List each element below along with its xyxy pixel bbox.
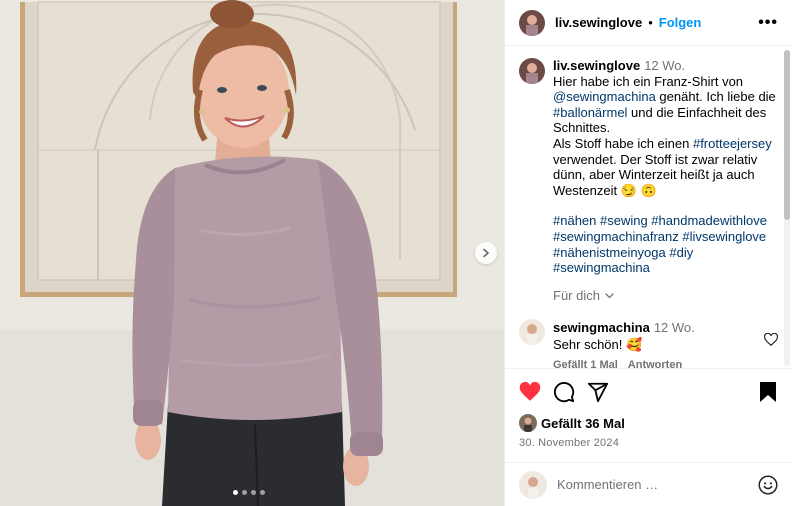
follow-button[interactable]: Folgen	[659, 15, 702, 30]
caption-line: genäht. Ich liebe die	[655, 89, 776, 105]
carousel-dot	[251, 490, 256, 495]
caption-line: und die Einfachheit des	[627, 104, 767, 120]
hashtag-line[interactable]: #nähenistmeinyoga #diy	[553, 245, 775, 261]
comment-input[interactable]	[557, 477, 758, 492]
post-dialog: liv.sewinglove • Folgen ••• liv.sewinglo…	[0, 0, 792, 506]
emoji-icon[interactable]	[758, 475, 778, 495]
caption-avatar[interactable]	[519, 58, 545, 84]
caption: liv.sewinglove 12 Wo. Hier habe ich ein F…	[519, 58, 778, 276]
comments-section[interactable]: liv.sewinglove 12 Wo. Hier habe ich ein F…	[505, 46, 792, 368]
comment-body: sewingmachina 12 Wo. Sehr schön! 🥰 Gefäll…	[553, 319, 756, 368]
chevron-down-icon	[605, 293, 614, 299]
caption-line: Westenzeit 😏 🙃	[553, 182, 657, 198]
for-you-toggle[interactable]: Für dich	[553, 288, 778, 303]
for-you-label: Für dich	[553, 287, 600, 303]
scrollbar-thumb[interactable]	[784, 50, 790, 220]
comments-scrollbar[interactable]	[784, 50, 790, 366]
comment-item: sewingmachina 12 Wo. Sehr schön! 🥰 Gefäll…	[519, 318, 778, 368]
add-comment-bar	[505, 462, 792, 506]
mention-link[interactable]: @sewingmachina	[553, 89, 656, 104]
caption-username[interactable]: liv.sewinglove	[553, 58, 640, 73]
carousel-indicator	[233, 490, 265, 495]
comment-age: 12 Wo.	[653, 319, 695, 335]
reply-button[interactable]: Antworten	[628, 357, 682, 368]
post-sidebar: liv.sewinglove • Folgen ••• liv.sewinglo…	[504, 0, 792, 506]
action-icons	[519, 379, 778, 405]
commenter-avatar[interactable]	[519, 318, 545, 345]
hashtag-line[interactable]: #sewingmachinafranz #livsewinglove	[553, 229, 775, 245]
carousel-dot	[233, 490, 238, 495]
hashtag-line[interactable]: #nähen #sewing #handmadewithlove	[553, 213, 775, 229]
comment-icon[interactable]	[553, 381, 575, 403]
liker-avatar	[519, 414, 537, 432]
caption-line: Als Stoff habe ich einen	[553, 135, 693, 151]
hashtag-link[interactable]: #frotteejersey	[693, 136, 772, 151]
comment-likes[interactable]: Gefällt 1 Mal	[553, 357, 618, 368]
caption-age: 12 Wo.	[644, 58, 686, 73]
current-user-avatar	[519, 470, 547, 499]
author-username[interactable]: liv.sewinglove	[555, 15, 642, 30]
bookmark-icon[interactable]	[758, 381, 778, 403]
share-icon[interactable]	[587, 381, 609, 403]
carousel-dot	[260, 490, 265, 495]
caption-line: verwendet. Der Stoff ist zwar relativ	[553, 151, 758, 167]
post-date[interactable]: 30. November 2024	[519, 437, 778, 449]
likes-count[interactable]: Gefällt 36 Mal	[541, 416, 625, 431]
post-header: liv.sewinglove • Folgen •••	[505, 0, 792, 46]
likes-row[interactable]: Gefällt 36 Mal	[519, 414, 778, 432]
post-photo[interactable]	[0, 0, 504, 506]
like-icon[interactable]	[519, 381, 541, 403]
commenter-username[interactable]: sewingmachina	[553, 320, 650, 335]
chevron-right-icon	[483, 248, 489, 258]
author-avatar[interactable]	[519, 9, 545, 36]
hashtag-link[interactable]: #ballonärmel	[553, 105, 627, 120]
more-options-icon[interactable]: •••	[758, 14, 778, 32]
comment-text: Sehr schön! 🥰	[553, 336, 643, 352]
caption-line: dünn, aber Winterzeit heißt ja auch	[553, 167, 755, 183]
caption-text: liv.sewinglove 12 Wo. Hier habe ich ein F…	[553, 58, 776, 276]
post-actions: Gefällt 36 Mal 30. November 2024	[505, 368, 792, 506]
comment-like-icon[interactable]	[764, 332, 778, 347]
carousel-dot	[242, 490, 247, 495]
caption-line: Schnittes.	[553, 120, 611, 136]
post-image	[0, 0, 504, 506]
hashtag-line[interactable]: #sewingmachina	[553, 260, 775, 276]
caption-line: Hier habe ich ein Franz-Shirt von	[553, 73, 744, 89]
separator-dot: •	[648, 15, 653, 30]
next-slide-button[interactable]	[475, 242, 497, 264]
